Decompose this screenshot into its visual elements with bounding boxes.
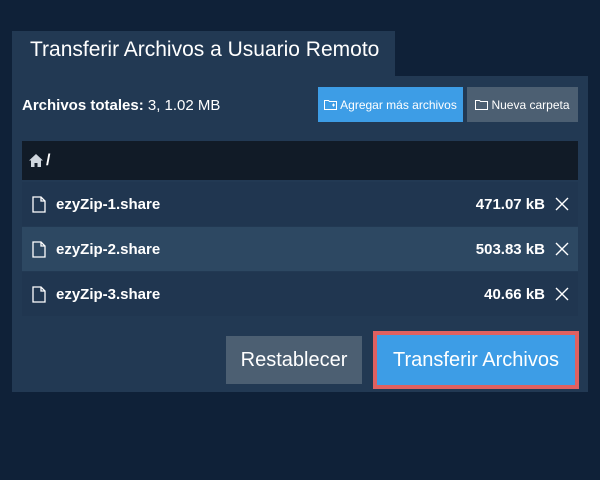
add-files-label: Agregar más archivos — [340, 97, 457, 112]
close-icon[interactable] — [554, 286, 570, 302]
new-folder-label: Nueva carpeta — [491, 97, 570, 112]
summary-label: Archivos totales: — [22, 97, 144, 114]
breadcrumb[interactable]: / — [22, 141, 578, 180]
folder-icon — [475, 100, 489, 110]
home-icon[interactable] — [29, 154, 43, 167]
file-icon — [32, 195, 46, 213]
new-folder-button[interactable]: Nueva carpeta — [467, 87, 578, 122]
breadcrumb-path[interactable]: / — [46, 152, 50, 170]
file-icon — [32, 285, 46, 303]
file-row: ezyZip-3.share 40.66 kB — [22, 272, 578, 316]
summary-value: 3, 1.02 MB — [147, 97, 221, 114]
file-row: ezyZip-1.share 471.07 kB — [22, 182, 578, 226]
dialog-title: Transferir Archivos a Usuario Remoto — [30, 38, 380, 61]
file-icon — [32, 240, 46, 258]
file-name: ezyZip-1.share — [56, 195, 161, 213]
file-size: 503.83 kB — [475, 240, 545, 258]
file-name: ezyZip-3.share — [56, 285, 161, 303]
transfer-panel: Archivos totales: 3, 1.02 MB Agregar más… — [12, 76, 588, 392]
folder-add-icon — [324, 100, 338, 110]
dialog-title-tab: Transferir Archivos a Usuario Remoto — [12, 31, 395, 77]
reset-button[interactable]: Restablecer — [226, 336, 362, 384]
add-files-button[interactable]: Agregar más archivos — [318, 87, 463, 122]
file-size: 40.66 kB — [484, 285, 545, 303]
close-icon[interactable] — [554, 241, 570, 257]
close-icon[interactable] — [554, 196, 570, 212]
files-summary: Archivos totales: 3, 1.02 MB — [22, 97, 220, 114]
transfer-files-button[interactable]: Transferir Archivos — [373, 331, 579, 389]
file-size: 471.07 kB — [475, 195, 545, 213]
file-row: ezyZip-2.share 503.83 kB — [22, 227, 578, 271]
file-name: ezyZip-2.share — [56, 240, 161, 258]
